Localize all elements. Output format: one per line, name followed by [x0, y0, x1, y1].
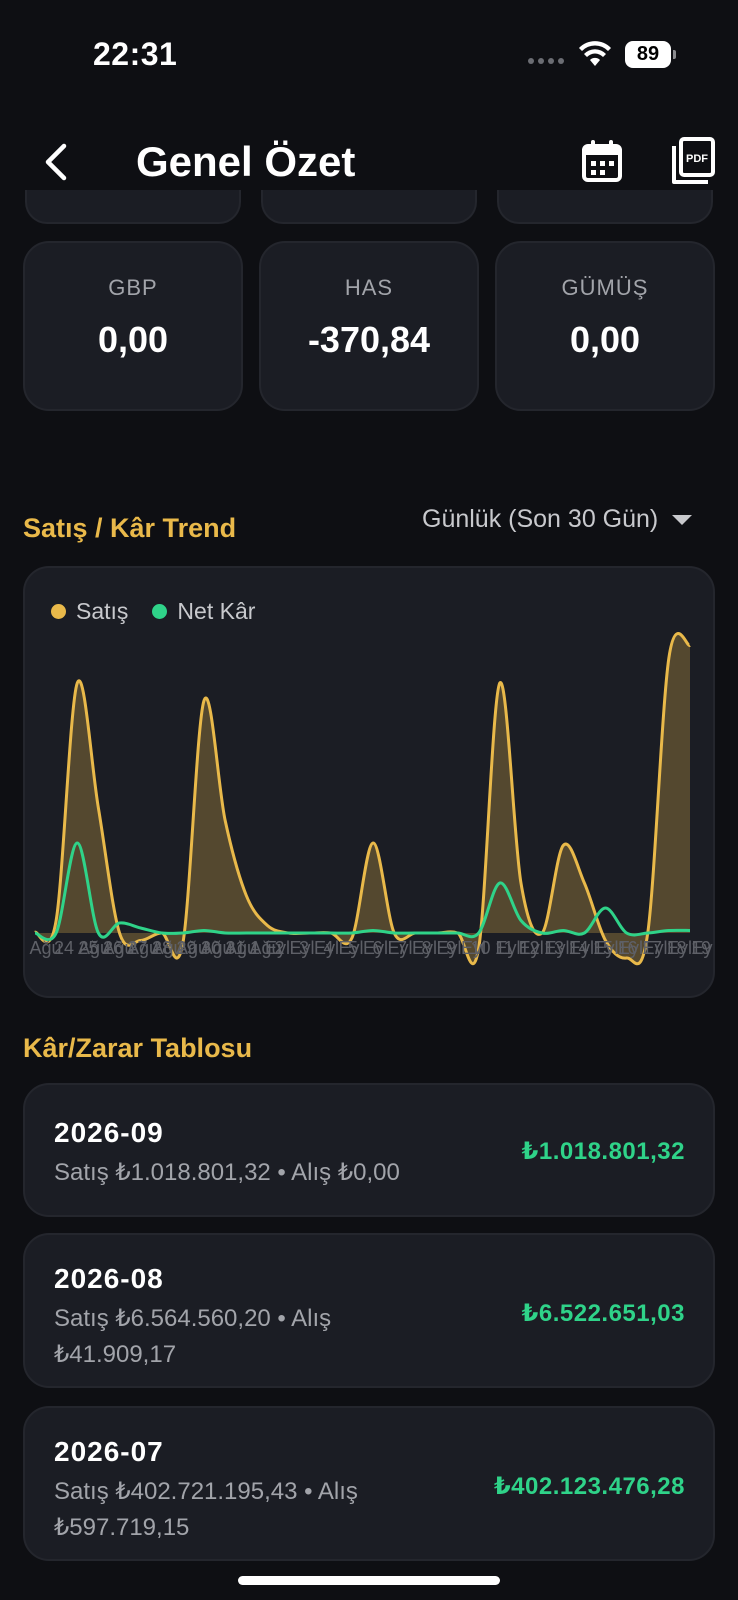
- pl-total: ₺6.522.651,03: [521, 1300, 685, 1327]
- legend-item-profit: Net Kâr: [152, 598, 255, 625]
- caret-down-icon: [672, 514, 693, 525]
- pl-month: 2026-07: [54, 1436, 164, 1467]
- chevron-left-icon[interactable]: [34, 138, 84, 188]
- chart-legend: Satış Net Kâr: [51, 598, 255, 625]
- legend-item-sales: Satış: [51, 598, 128, 625]
- currency-value: 0,00: [97, 319, 169, 360]
- status-bar: 22:31 89: [0, 0, 738, 110]
- wifi-icon: [579, 41, 611, 66]
- x-tick-label: 19 Eyl: [691, 938, 715, 958]
- currency-cards: GBP 0,00 HAS -370,84 GÜMÜŞ 0,00: [23, 241, 715, 411]
- pl-month: 2026-09: [54, 1117, 164, 1148]
- series-area-sales: [35, 633, 690, 964]
- currency-label: GÜMÜŞ: [561, 275, 649, 300]
- legend-label-profit: Net Kâr: [177, 598, 256, 624]
- pl-detail: Satış ₺1.018.801,32 • Alış ₺0,00: [54, 1159, 400, 1186]
- pl-total: ₺402.123.476,28: [493, 1473, 685, 1500]
- pdf-label: PDF: [686, 153, 708, 165]
- pl-row[interactable]: 2026-08 Satış ₺6.564.560,20 • Alış ₺41.9…: [23, 1233, 715, 1388]
- currency-value: -370,84: [307, 319, 431, 360]
- currency-label: HAS: [344, 275, 394, 300]
- currency-value: 0,00: [569, 319, 641, 360]
- battery-tip: [673, 50, 676, 59]
- trend-section-title: Satış / Kâr Trend: [23, 513, 237, 543]
- card-above-2: [261, 190, 477, 224]
- calendar-icon[interactable]: [580, 138, 624, 186]
- currency-label: GBP: [108, 275, 158, 300]
- pdf-icon[interactable]: PDF: [668, 136, 716, 186]
- status-time: 22:31: [93, 36, 178, 72]
- cellular-signal-icon: [528, 58, 564, 64]
- profit-loss-title: Kâr/Zarar Tablosu: [23, 1033, 253, 1063]
- pl-row[interactable]: 2026-09 Satış ₺1.018.801,32 • Alış ₺0,00…: [23, 1083, 715, 1217]
- card-above-1: [25, 190, 241, 224]
- legend-dot-sales: [51, 604, 66, 619]
- pl-row[interactable]: 2026-07 Satış ₺402.721.195,43 • Alış ₺59…: [23, 1406, 715, 1561]
- pl-detail: Satış ₺6.564.560,20 • Alış ₺41.909,17: [54, 1305, 332, 1368]
- legend-label-sales: Satış: [76, 598, 129, 624]
- period-dropdown[interactable]: Günlük (Son 30 Gün): [422, 505, 693, 534]
- trend-chart-svg: 23Ağu24 Ağu25 Ağu26 Ağu27 Ağu28 Ağu29 Ağ…: [25, 631, 715, 966]
- page-title: Genel Özet: [136, 138, 356, 185]
- pl-total: ₺1.018.801,32: [521, 1138, 685, 1165]
- card-above-3: [497, 190, 713, 224]
- trend-chart: 23Ağu24 Ağu25 Ağu26 Ağu27 Ağu28 Ağu29 Ağ…: [23, 566, 715, 998]
- currency-card-gbp[interactable]: GBP 0,00: [23, 241, 243, 411]
- period-dropdown-label: Günlük (Son 30 Gün): [422, 505, 659, 533]
- legend-dot-profit: [152, 604, 168, 619]
- pl-detail: Satış ₺402.721.195,43 • Alış ₺597.719,15: [54, 1478, 358, 1541]
- pl-month: 2026-08: [54, 1263, 164, 1294]
- currency-card-has[interactable]: HAS -370,84: [259, 241, 479, 411]
- currency-card-gumus[interactable]: GÜMÜŞ 0,00: [495, 241, 715, 411]
- battery-icon: 89: [625, 41, 671, 68]
- home-indicator: [238, 1576, 500, 1585]
